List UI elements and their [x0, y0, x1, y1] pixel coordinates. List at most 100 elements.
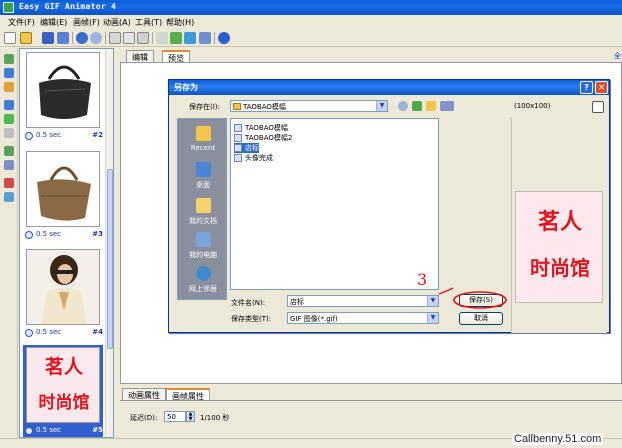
redo-icon[interactable] [90, 32, 102, 44]
frames-scrollbar[interactable] [105, 49, 113, 437]
clock-icon [25, 329, 33, 337]
properties-panel: 延迟(D): 50 ▲ ▼ 1/100 秒 [120, 400, 622, 436]
close-icon[interactable]: ✕ [595, 81, 608, 94]
frame-thumbnail [26, 249, 100, 325]
frame-delay: 0.5 sec [36, 230, 62, 238]
web-icon[interactable] [199, 32, 211, 44]
undo-icon[interactable] [76, 32, 88, 44]
watermark: Callbenny.51.com [512, 433, 604, 445]
corner-label[interactable]: 全 [614, 51, 621, 61]
new-folder-icon[interactable] [426, 101, 436, 111]
frame-item-5[interactable]: 茗人 时尚馆 0.5 sec #5 [23, 345, 103, 437]
frame-meta: 0.5 sec #3 [23, 229, 103, 241]
menu-help[interactable]: 帮助(H) [166, 17, 194, 28]
list-item[interactable]: 店标 [234, 143, 259, 153]
help-icon[interactable]: ? [580, 81, 593, 94]
save-in-value: TAOBAO模幅 [243, 103, 286, 111]
save-all-icon[interactable] [57, 32, 69, 44]
back-icon[interactable] [398, 101, 408, 111]
save-icon[interactable] [42, 32, 54, 44]
clock-icon [25, 427, 33, 435]
frame-delay: 0.5 sec [36, 426, 62, 434]
frame-delay: 0.5 sec [36, 328, 62, 336]
move-up-icon[interactable] [4, 114, 14, 124]
frame-props-icon[interactable] [4, 100, 14, 110]
save-in-label: 保存在(I): [189, 103, 220, 111]
optimize-icon[interactable] [184, 32, 196, 44]
place-my-computer[interactable]: 我的电脑 [178, 229, 228, 263]
dialog-title-bar: 另存为 ? ✕ [169, 80, 609, 95]
list-item[interactable]: 头像完成 [234, 153, 273, 163]
scrollbar-thumb[interactable] [107, 169, 113, 349]
frame-delay: 0.5 sec [36, 131, 62, 139]
menu-tools[interactable]: 工具(T) [135, 17, 162, 28]
menu-animation[interactable]: 动画(A) [103, 17, 131, 28]
play-icon[interactable] [156, 32, 168, 44]
preview-icon[interactable] [170, 32, 182, 44]
frame-number: #5 [92, 426, 103, 434]
up-folder-icon[interactable] [412, 101, 422, 111]
filename-label: 文件名(N): [231, 299, 266, 307]
save-preview-image: 茗人 时尚馆 [515, 191, 603, 303]
frame-meta: 0.5 sec #4 [23, 327, 103, 339]
view-tabs: 编辑 预览 全 [120, 50, 622, 63]
move-down-icon[interactable] [4, 128, 14, 138]
logo-line1: 茗人 [44, 356, 83, 378]
paste-icon[interactable] [137, 32, 149, 44]
preview-toggle-icon[interactable] [592, 101, 604, 113]
tab-preview[interactable]: 预览 [162, 50, 190, 63]
place-network[interactable]: 网上邻居 [178, 263, 228, 297]
help-icon[interactable] [218, 32, 230, 44]
save-in-combo[interactable]: TAOBAO模幅 ▼ [230, 100, 388, 112]
frame-thumbnail [26, 52, 100, 128]
effect-icon[interactable] [4, 178, 14, 188]
file-list: TAOBAO模幅 TAOBAO模幅2 店标 头像完成 [230, 118, 439, 290]
app-icon [3, 2, 14, 13]
gif-file-icon [234, 134, 242, 142]
filetype-label: 保存类型(T): [231, 315, 272, 323]
add-frame-icon[interactable] [4, 54, 14, 64]
cut-icon[interactable] [109, 32, 121, 44]
view-menu-icon[interactable] [440, 101, 454, 111]
tab-animation-props[interactable]: 动画属性 [122, 388, 166, 400]
chevron-down-icon[interactable]: ▼ [427, 313, 438, 323]
gif-file-icon [234, 144, 242, 152]
filetype-select[interactable]: GIF 图像(*.gif) ▼ [287, 312, 439, 324]
list-item[interactable]: TAOBAO模幅2 [234, 133, 292, 143]
places-bar: Recent 桌面 我的文档 我的电脑 网上邻居 [177, 118, 227, 300]
delay-input[interactable]: 50 [164, 411, 186, 422]
frame-number: #4 [92, 328, 103, 336]
save-preview-panel: (100x100) 茗人 时尚馆 [511, 101, 607, 333]
menu-edit[interactable]: 编辑(E) [40, 17, 67, 28]
logo-line1: 茗人 [537, 210, 582, 235]
chevron-down-icon[interactable]: ▼ [376, 101, 387, 111]
tab-frame-props[interactable]: 画帧属性 [166, 388, 210, 401]
tab-edit[interactable]: 编辑 [126, 50, 154, 62]
place-my-documents[interactable]: 我的文档 [178, 195, 228, 229]
list-item[interactable]: TAOBAO模幅 [234, 123, 288, 133]
new-icon[interactable] [4, 32, 16, 44]
open-icon[interactable] [20, 32, 32, 44]
preview-size: (100x100) [514, 102, 551, 110]
insert-frame-icon[interactable] [4, 68, 14, 78]
place-desktop[interactable]: 桌面 [178, 159, 228, 193]
cancel-button[interactable]: 取消 [459, 312, 503, 325]
dialog-title: 另存为 [174, 83, 198, 92]
delay-spinner[interactable]: ▲ ▼ [186, 411, 195, 422]
frames-panel: 0.5 sec #2 0.5 sec #3 0.5 sec #4 茗人 时尚馆 … [19, 48, 114, 438]
text-icon[interactable] [4, 192, 14, 202]
menu-frame[interactable]: 画帧(F) [73, 17, 100, 28]
frame-meta: 0.5 sec #5 [23, 425, 103, 437]
place-recent[interactable]: Recent [178, 123, 228, 157]
resize-icon[interactable] [4, 146, 14, 156]
desktop-icon [196, 162, 211, 177]
recent-icon [196, 126, 211, 141]
menu-file[interactable]: 文件(F) [8, 17, 35, 28]
gif-file-icon [234, 124, 242, 132]
crop-icon[interactable] [4, 160, 14, 170]
delay-unit: 1/100 秒 [200, 414, 230, 422]
copy-icon[interactable] [123, 32, 135, 44]
properties-tabs: 动画属性 画帧属性 [120, 388, 622, 401]
window-title: Easy GIF Animator 4 [19, 2, 117, 11]
duplicate-frame-icon[interactable] [4, 82, 14, 92]
